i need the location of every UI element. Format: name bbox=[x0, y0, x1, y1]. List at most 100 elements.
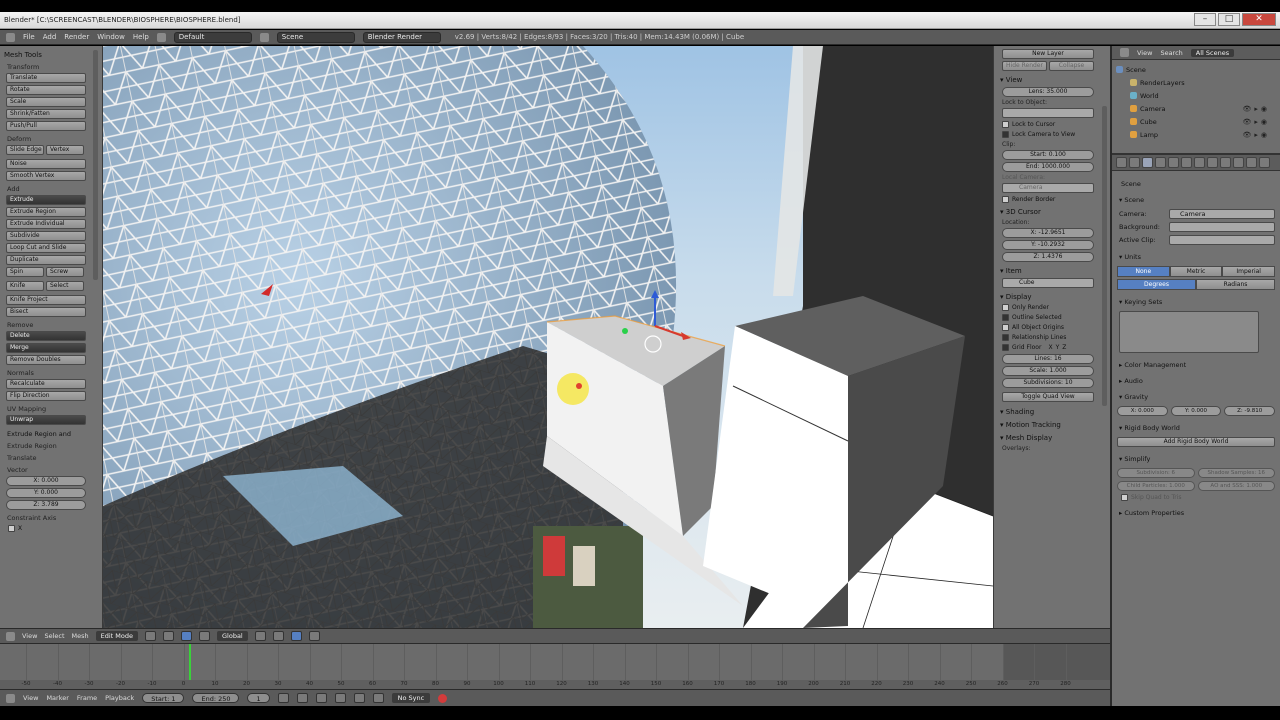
grid-floor-checkbox[interactable]: Grid Floor X Y Z bbox=[1002, 344, 1106, 351]
layout-icon[interactable] bbox=[156, 32, 166, 42]
render-engine-selector[interactable]: Blender Render bbox=[362, 31, 441, 43]
knife-button[interactable]: Knife bbox=[6, 281, 44, 291]
cursor-x-field[interactable]: X: -12.9651 bbox=[1002, 228, 1094, 238]
translate-button[interactable]: Translate bbox=[6, 73, 86, 83]
simplify-shadow-field[interactable]: Shadow Samples: 16 bbox=[1197, 468, 1275, 478]
item-name-field[interactable]: Cube bbox=[1002, 278, 1094, 288]
grid-axis-x[interactable]: X bbox=[1048, 344, 1052, 351]
gravity-y-field[interactable]: Y: 0.000 bbox=[1170, 406, 1222, 416]
pivot-point-icon[interactable] bbox=[163, 631, 174, 641]
keying-sets-header[interactable]: Keying Sets bbox=[1119, 298, 1275, 306]
mesh-display-header[interactable]: Mesh Display bbox=[1000, 434, 1106, 442]
render-tab-icon[interactable] bbox=[1116, 157, 1127, 168]
visibility-icons[interactable]: 👁▸◉ bbox=[1242, 131, 1270, 139]
manipulator-icon[interactable] bbox=[181, 631, 192, 641]
recalculate-button[interactable]: Recalculate bbox=[6, 379, 86, 389]
simplify-ao-field[interactable]: AO and SSS: 1.000 bbox=[1197, 481, 1275, 491]
layers-tab-icon[interactable] bbox=[1129, 157, 1140, 168]
active-clip-field[interactable] bbox=[1169, 235, 1275, 245]
motion-tracking-header[interactable]: Motion Tracking bbox=[1000, 421, 1106, 429]
gravity-header[interactable]: Gravity bbox=[1119, 393, 1275, 401]
grid-scale-field[interactable]: Scale: 1.000 bbox=[1002, 366, 1094, 376]
menu-render[interactable]: Render bbox=[64, 33, 89, 41]
viewport-shading-icon[interactable] bbox=[145, 631, 156, 641]
extrude-region-button[interactable]: Extrude Region bbox=[6, 207, 86, 217]
lock-object-field[interactable] bbox=[1002, 108, 1094, 118]
visibility-icons[interactable]: 👁▸◉ bbox=[1242, 118, 1270, 126]
push-pull-button[interactable]: Push/Pull bbox=[6, 121, 86, 131]
object-tab-icon[interactable] bbox=[1168, 157, 1179, 168]
smooth-vertex-button[interactable]: Smooth Vertex bbox=[6, 171, 86, 181]
spin-button[interactable]: Spin bbox=[6, 267, 44, 277]
clip-start-field[interactable]: Start: 0.100 bbox=[1002, 150, 1094, 160]
merge-dropdown[interactable]: Merge bbox=[6, 343, 86, 353]
sync-selector[interactable]: No Sync bbox=[391, 693, 431, 703]
simplify-subdivision-field[interactable]: Subdivision: 6 bbox=[1117, 468, 1195, 478]
cursor-z-field[interactable]: Z: 1.4376 bbox=[1002, 252, 1094, 262]
lock-cursor-checkbox[interactable]: Lock to Cursor bbox=[1002, 121, 1106, 128]
noise-button[interactable]: Noise bbox=[6, 159, 86, 169]
add-rigid-body-world-button[interactable]: Add Rigid Body World bbox=[1117, 437, 1275, 447]
screw-button[interactable]: Screw bbox=[46, 267, 84, 277]
custom-properties-header[interactable]: Custom Properties bbox=[1119, 509, 1275, 517]
outliner-row-cube[interactable]: Cube 👁▸◉ bbox=[1116, 115, 1276, 128]
cursor-panel-header[interactable]: 3D Cursor bbox=[1000, 208, 1106, 216]
unit-imperial-option[interactable]: Imperial bbox=[1222, 266, 1276, 277]
flip-direction-button[interactable]: Flip Direction bbox=[6, 391, 86, 401]
degrees-option[interactable]: Degrees bbox=[1117, 279, 1196, 290]
slide-edge-button[interactable]: Slide Edge bbox=[6, 145, 44, 155]
new-layer-button[interactable]: New Layer bbox=[1002, 49, 1094, 59]
viewport-menu-view[interactable]: View bbox=[22, 632, 37, 640]
audio-header[interactable]: Audio bbox=[1119, 377, 1275, 385]
scene-tab-icon[interactable] bbox=[1142, 157, 1153, 168]
translate-manipulator-icon[interactable] bbox=[199, 631, 210, 641]
vector-z-field[interactable]: Z: 3.789 bbox=[6, 500, 86, 510]
outliner-menu-view[interactable]: View bbox=[1137, 49, 1152, 57]
outline-selected-checkbox[interactable]: Outline Selected bbox=[1002, 314, 1106, 321]
material-tab-icon[interactable] bbox=[1220, 157, 1231, 168]
menu-window[interactable]: Window bbox=[97, 33, 125, 41]
n-panel-scrollbar[interactable] bbox=[1102, 106, 1107, 406]
shading-panel-header[interactable]: Shading bbox=[1000, 408, 1106, 416]
next-keyframe-icon[interactable] bbox=[353, 693, 365, 703]
local-camera-field[interactable]: Camera bbox=[1002, 183, 1094, 193]
lens-field[interactable]: Lens: 35.000 bbox=[1002, 87, 1094, 97]
face-select-icon[interactable] bbox=[290, 631, 302, 641]
simplify-header[interactable]: Simplify bbox=[1119, 455, 1275, 463]
scale-button[interactable]: Scale bbox=[6, 97, 86, 107]
delete-dropdown[interactable]: Delete bbox=[6, 331, 86, 341]
scene-selector[interactable]: Scene bbox=[276, 31, 355, 43]
slide-vertex-button[interactable]: Vertex bbox=[46, 145, 84, 155]
record-icon[interactable] bbox=[438, 693, 448, 703]
viewport-menu-select[interactable]: Select bbox=[44, 632, 64, 640]
play-icon[interactable] bbox=[334, 693, 346, 703]
extrude-individual-button[interactable]: Extrude Individual bbox=[6, 219, 86, 229]
current-frame-field[interactable]: 1 bbox=[247, 693, 270, 703]
orientation-selector[interactable]: Global bbox=[217, 631, 248, 641]
layer-buttons-icon[interactable] bbox=[254, 631, 266, 641]
visibility-icons[interactable]: 👁▸◉ bbox=[1242, 105, 1270, 113]
outliner-filter[interactable]: All Scenes bbox=[1190, 48, 1235, 57]
vertex-select-icon[interactable] bbox=[272, 631, 284, 641]
gravity-x-field[interactable]: X: 0.000 bbox=[1117, 406, 1168, 416]
skip-quad-checkbox[interactable]: Skip Quad to Tris bbox=[1121, 494, 1275, 501]
keying-sets-list[interactable] bbox=[1119, 311, 1259, 353]
end-frame-field[interactable]: End: 250 bbox=[192, 693, 240, 703]
unit-none-option[interactable]: None bbox=[1117, 266, 1170, 277]
hide-render-button[interactable]: Hide Render bbox=[1002, 61, 1047, 71]
grid-subdivisions-field[interactable]: Subdivisions: 10 bbox=[1002, 378, 1094, 388]
radians-option[interactable]: Radians bbox=[1196, 279, 1275, 290]
menu-add[interactable]: Add bbox=[43, 33, 57, 41]
jump-end-icon[interactable] bbox=[372, 693, 384, 703]
mode-selector[interactable]: Edit Mode bbox=[95, 631, 138, 641]
only-render-checkbox[interactable]: Only Render bbox=[1002, 304, 1106, 311]
timeline-playhead[interactable] bbox=[189, 644, 191, 680]
outliner-row-scene[interactable]: Scene bbox=[1116, 63, 1276, 76]
outliner-row-lamp[interactable]: Lamp 👁▸◉ bbox=[1116, 128, 1276, 141]
relationship-lines-checkbox[interactable]: Relationship Lines bbox=[1002, 334, 1106, 341]
grid-axis-y[interactable]: Y bbox=[1056, 344, 1060, 351]
unit-metric-option[interactable]: Metric bbox=[1169, 266, 1223, 277]
tool-shelf-scrollbar[interactable] bbox=[93, 50, 98, 280]
close-button[interactable]: ✕ bbox=[1242, 13, 1276, 26]
particles-tab-icon[interactable] bbox=[1246, 157, 1257, 168]
